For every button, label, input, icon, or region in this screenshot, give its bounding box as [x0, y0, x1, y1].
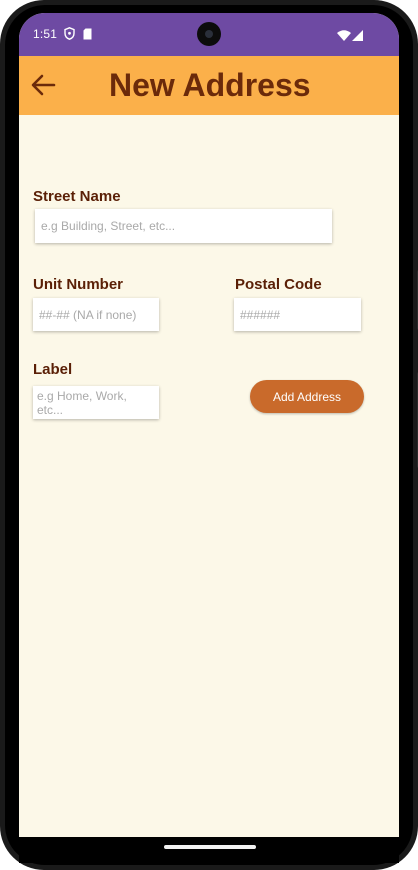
unit-number-label: Unit Number: [33, 276, 123, 293]
arrow-left-icon[interactable]: [29, 70, 59, 100]
unit-number-input[interactable]: [33, 298, 159, 331]
status-time: 1:51: [33, 27, 58, 41]
shield-icon: [64, 27, 75, 45]
add-address-button[interactable]: Add Address: [250, 380, 364, 413]
label-input[interactable]: [33, 386, 159, 419]
postal-code-label: Postal Code: [235, 276, 322, 293]
signal-icon: [352, 28, 363, 46]
gesture-nav-bar: [19, 837, 399, 863]
home-indicator[interactable]: [164, 845, 256, 849]
sim-card-icon: [83, 27, 92, 45]
front-camera: [197, 22, 221, 46]
app-screen: 1:51 New Address Street Name e.g Buildin…: [19, 13, 399, 837]
label-field-label: Label: [33, 361, 73, 378]
status-bar: 1:51: [19, 13, 399, 56]
postal-code-input[interactable]: [234, 298, 361, 331]
page-title: New Address: [109, 67, 311, 103]
street-name-label: Street Name: [33, 188, 121, 205]
wifi-icon: [337, 28, 351, 46]
street-name-input[interactable]: [35, 209, 332, 243]
app-bar: New Address: [19, 56, 399, 115]
